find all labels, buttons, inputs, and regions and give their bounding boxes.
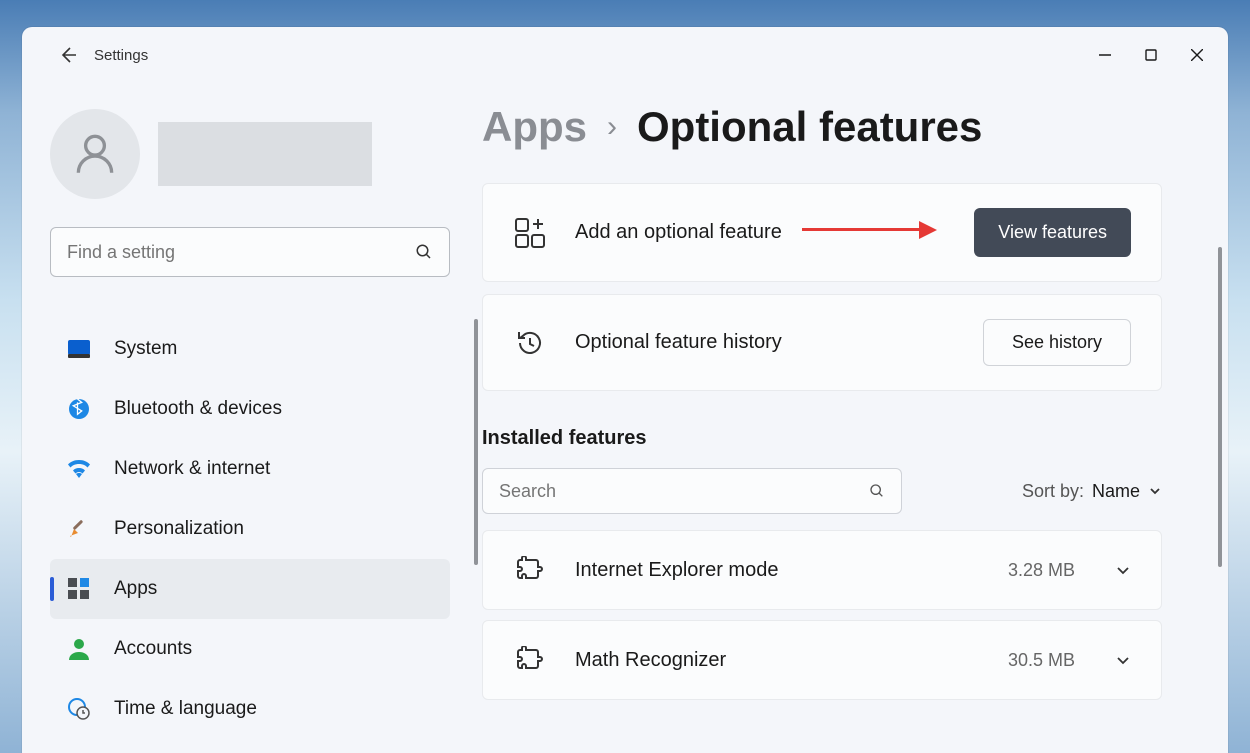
sidebar-item-accounts[interactable]: Accounts <box>50 619 450 679</box>
breadcrumb: Apps › Optional features <box>482 103 1188 151</box>
add-grid-icon <box>513 216 547 250</box>
see-history-button[interactable]: See history <box>983 319 1131 366</box>
feature-history-card: Optional feature history See history <box>482 294 1162 391</box>
search-input[interactable] <box>67 242 415 263</box>
feature-size: 3.28 MB <box>1008 560 1075 581</box>
sidebar-item-label: Accounts <box>114 638 192 660</box>
sidebar-item-network[interactable]: Network & internet <box>50 439 450 499</box>
sidebar-item-label: Personalization <box>114 518 244 540</box>
sidebar-item-apps[interactable]: Apps <box>50 559 450 619</box>
sort-label: Sort by: <box>1022 481 1084 502</box>
main-content: Apps › Optional features Add an optional… <box>482 83 1228 753</box>
installed-search[interactable] <box>482 468 902 514</box>
feature-name: Math Recognizer <box>575 649 980 672</box>
feature-row[interactable]: Math Recognizer 30.5 MB <box>482 620 1162 700</box>
sidebar-item-label: System <box>114 338 177 360</box>
search-icon <box>869 483 885 499</box>
history-label: Optional feature history <box>575 331 955 354</box>
settings-nav: System Bluetooth & devices Network & int… <box>50 319 482 739</box>
account-icon <box>68 638 90 660</box>
close-button[interactable] <box>1174 32 1220 78</box>
installed-filter-row: Sort by: Name <box>482 468 1162 514</box>
breadcrumb-root[interactable]: Apps <box>482 103 587 151</box>
avatar <box>50 109 140 199</box>
titlebar: Settings <box>22 27 1228 83</box>
maximize-button[interactable] <box>1128 32 1174 78</box>
paintbrush-icon <box>68 518 90 540</box>
sort-value: Name <box>1092 481 1140 502</box>
window-controls <box>1082 32 1220 78</box>
bluetooth-icon <box>68 398 90 420</box>
sidebar-item-system[interactable]: System <box>50 319 450 379</box>
back-button[interactable] <box>50 37 86 73</box>
sidebar-scrollbar[interactable] <box>474 319 478 565</box>
add-feature-label: Add an optional feature <box>575 221 946 244</box>
settings-window: Settings <box>22 27 1228 753</box>
chevron-down-icon <box>1115 562 1131 578</box>
sidebar-item-time-language[interactable]: Time & language <box>50 679 450 739</box>
app-title: Settings <box>94 47 148 64</box>
minimize-icon <box>1099 49 1111 61</box>
view-features-button[interactable]: View features <box>974 208 1131 257</box>
sidebar: System Bluetooth & devices Network & int… <box>22 83 482 753</box>
add-feature-card: Add an optional feature View features <box>482 183 1162 282</box>
monitor-icon <box>68 338 90 360</box>
person-icon <box>70 129 120 179</box>
chevron-down-icon <box>1115 652 1131 668</box>
installed-features-heading: Installed features <box>482 427 1188 450</box>
chevron-right-icon: › <box>607 110 617 144</box>
sidebar-item-bluetooth[interactable]: Bluetooth & devices <box>50 379 450 439</box>
installed-search-input[interactable] <box>499 481 869 502</box>
history-icon <box>513 326 547 360</box>
user-profile[interactable] <box>50 109 482 199</box>
puzzle-icon <box>513 643 547 677</box>
sidebar-item-label: Bluetooth & devices <box>114 398 282 420</box>
sidebar-item-label: Time & language <box>114 698 257 720</box>
wifi-icon <box>68 458 90 480</box>
page-title: Optional features <box>637 103 982 151</box>
sidebar-item-label: Network & internet <box>114 458 270 480</box>
feature-row[interactable]: Internet Explorer mode 3.28 MB <box>482 530 1162 610</box>
search-icon <box>415 243 433 261</box>
maximize-icon <box>1145 49 1157 61</box>
sidebar-item-label: Apps <box>114 578 157 600</box>
close-icon <box>1191 49 1203 61</box>
minimize-button[interactable] <box>1082 32 1128 78</box>
feature-size: 30.5 MB <box>1008 650 1075 671</box>
clock-globe-icon <box>68 698 90 720</box>
sidebar-item-personalization[interactable]: Personalization <box>50 499 450 559</box>
puzzle-icon <box>513 553 547 587</box>
sort-by-dropdown[interactable]: Sort by: Name <box>1022 481 1162 502</box>
feature-name: Internet Explorer mode <box>575 559 980 582</box>
main-scrollbar[interactable] <box>1218 247 1222 567</box>
find-setting-search[interactable] <box>50 227 450 277</box>
apps-icon <box>68 578 90 600</box>
chevron-down-icon <box>1148 484 1162 498</box>
back-arrow-icon <box>58 45 78 65</box>
user-name-redacted <box>158 122 372 186</box>
